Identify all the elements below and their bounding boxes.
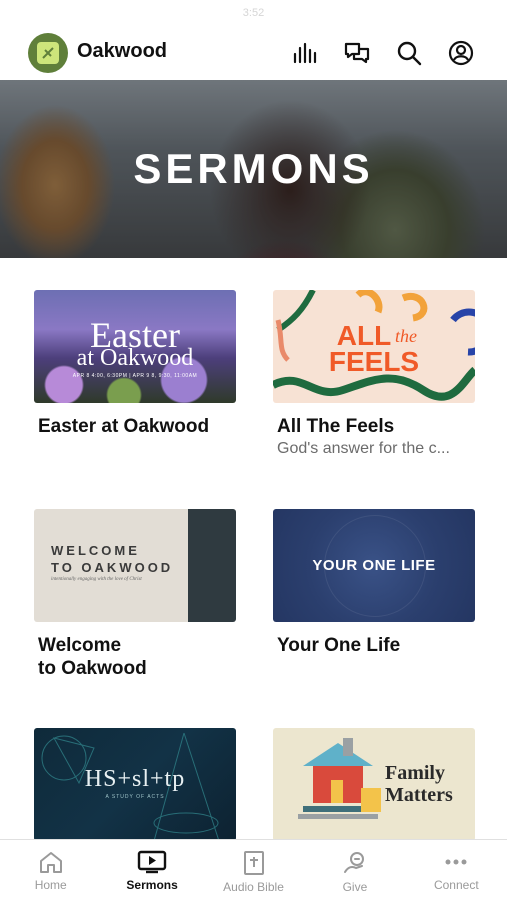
header-actions (291, 39, 475, 67)
series-card-welcome[interactable]: WELCOME TO OAKWOOD intentionally engagin… (34, 509, 236, 680)
bottom-tab-bar: Home Sermons Audio Bible Give Connect (0, 839, 507, 900)
series-card-family-matters[interactable]: Family Matters (273, 728, 475, 841)
dark-side-panel (188, 509, 236, 622)
tab-connect[interactable]: Connect (406, 840, 507, 900)
series-card-all-the-feels[interactable]: ALL the FEELS All The Feels God's answer… (273, 290, 475, 458)
more-icon (445, 859, 467, 865)
top-bar: Oakwood (0, 26, 507, 80)
series-thumbnail[interactable]: ALL the FEELS (273, 290, 475, 403)
series-card-your-one-life[interactable]: YOUR ONE LIFE Your One Life (273, 509, 475, 657)
series-thumbnail[interactable]: WELCOME TO OAKWOOD intentionally engagin… (34, 509, 236, 622)
give-icon (343, 852, 364, 873)
tab-label: Home (34, 878, 67, 892)
tab-give[interactable]: Give (304, 840, 405, 900)
thumb-title-line1: WELCOME (51, 543, 140, 558)
search-icon[interactable] (395, 39, 423, 67)
page-title: SERMONS (133, 145, 374, 192)
tab-label: Connect (433, 878, 479, 892)
thumb-title-line2: FEELS (328, 346, 420, 377)
tab-home[interactable]: Home (0, 840, 101, 900)
brand-name: Oakwood (77, 40, 168, 62)
thumb-title-line2: at Oakwood (76, 345, 194, 371)
status-bar: 3:52 (0, 0, 507, 26)
bible-icon (243, 851, 264, 875)
thumb-title-line1: HS+sl+tp (84, 766, 186, 792)
thumb-title-line1: Family (385, 762, 445, 784)
tv-play-icon (137, 850, 167, 874)
tab-label: Give (342, 880, 368, 894)
series-thumbnail[interactable]: Family Matters (273, 728, 475, 841)
account-icon[interactable] (447, 39, 475, 67)
series-thumbnail[interactable]: Easter at Oakwood APR 8 4:00, 6:30PM | A… (34, 290, 236, 403)
hero-banner: SERMONS (0, 80, 507, 258)
thumb-title-line1: YOUR ONE LIFE (312, 557, 436, 574)
series-card-easter[interactable]: Easter at Oakwood APR 8 4:00, 6:30PM | A… (34, 290, 236, 438)
series-subtitle: God's answer for the c... (277, 440, 450, 457)
series-card-acts[interactable]: HS+sl+tp A STUDY OF ACTS (34, 728, 236, 841)
home-icon (39, 852, 62, 873)
audio-bars-icon[interactable] (291, 39, 319, 67)
thumb-tagline: A STUDY OF ACTS (105, 794, 165, 800)
thumb-title-line2: Matters (385, 784, 453, 806)
series-title: Easter at Oakwood (38, 416, 210, 437)
thumb-tagline: intentionally engaging with the love of … (51, 577, 142, 582)
tab-sermons[interactable]: Sermons (101, 840, 202, 900)
chat-icon[interactable] (343, 39, 371, 67)
oakwood-logo[interactable] (28, 33, 68, 73)
tab-label: Audio Bible (223, 880, 284, 894)
series-title: Your One Life (277, 635, 401, 656)
thumb-schedule: APR 8 4:00, 6:30PM | APR 9 8, 9:30, 11:0… (72, 373, 198, 379)
series-thumbnail[interactable]: HS+sl+tp A STUDY OF ACTS (34, 728, 236, 841)
thumb-title-the: the (395, 326, 417, 346)
status-time: 3:52 (242, 7, 265, 19)
thumb-title-line2: TO OAKWOOD (51, 560, 174, 575)
series-title: All The Feels (277, 416, 395, 437)
series-thumbnail[interactable]: YOUR ONE LIFE (273, 509, 475, 622)
series-title: Welcome to Oakwood (38, 635, 147, 679)
tab-audio-bible[interactable]: Audio Bible (203, 840, 304, 900)
tab-label: Sermons (126, 878, 178, 892)
leaf-icon (37, 42, 59, 64)
